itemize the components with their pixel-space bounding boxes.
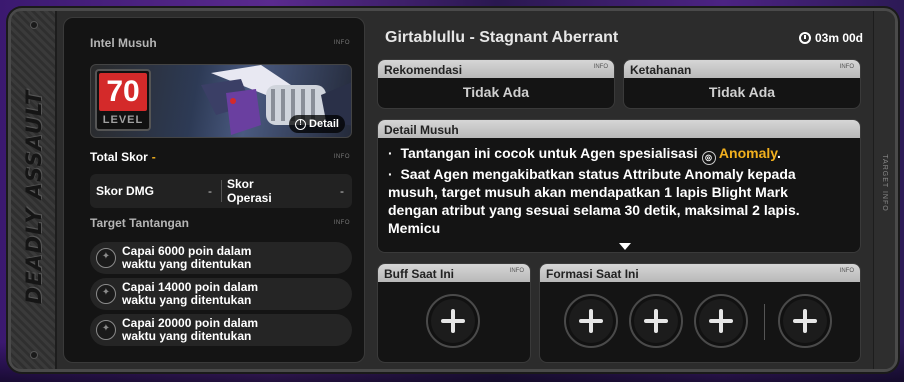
panel-header: Buff Saat Ini INFO bbox=[378, 264, 530, 282]
add-agent-slot-3[interactable] bbox=[694, 294, 748, 348]
star-medal-icon bbox=[96, 248, 116, 268]
target-text: waktu yang ditentukan bbox=[122, 329, 252, 343]
anomaly-highlight: Anomaly bbox=[718, 145, 777, 161]
total-score-value: - bbox=[151, 150, 156, 164]
info-icon: ! bbox=[295, 118, 307, 130]
target-list: Capai 6000 poin dalam waktu yang ditentu… bbox=[90, 242, 352, 350]
info-tag: INFO bbox=[593, 64, 608, 70]
target-info-label: TARGET INFO bbox=[880, 154, 888, 212]
side-banner: DEADLY ASSAULT bbox=[11, 11, 57, 369]
score-breakdown: Skor DMG - Skor Operasi - bbox=[90, 174, 352, 208]
detail-bullet-1-suffix: . bbox=[777, 145, 781, 161]
enemy-detail-panel[interactable]: Detail Musuh · Tantangan ini cocok untuk… bbox=[377, 119, 861, 253]
target-header: Target Tantangan bbox=[90, 216, 189, 230]
detail-button[interactable]: ! Detail bbox=[289, 115, 345, 133]
total-score-label: Total Skor bbox=[90, 150, 148, 164]
info-tag: INFO bbox=[333, 220, 350, 226]
target-text: Capai 20000 poin dalam bbox=[122, 316, 259, 330]
divider bbox=[764, 304, 765, 340]
anomaly-icon: ◎ bbox=[701, 151, 716, 165]
ketahanan-label: Ketahanan bbox=[630, 63, 692, 77]
info-tag: INFO bbox=[839, 64, 854, 70]
detail-bullet-2: Saat Agen mengakibatkan status Attribute… bbox=[388, 166, 800, 236]
buff-label: Buff Saat Ini bbox=[384, 267, 455, 281]
rekomendasi-value: Tidak Ada bbox=[462, 84, 530, 100]
panel-header: Rekomendasi INFO bbox=[378, 60, 614, 78]
skor-operasi-value: - bbox=[340, 184, 344, 198]
boss-title: Girtablullu - Stagnant Aberrant bbox=[385, 29, 619, 46]
add-bangboo-slot[interactable] bbox=[778, 294, 832, 348]
star-medal-icon bbox=[96, 320, 116, 340]
target-text: waktu yang ditentukan bbox=[122, 293, 252, 307]
divider bbox=[221, 180, 222, 202]
timer-value: 03m 00d bbox=[814, 31, 863, 45]
panel-header: Ketahanan INFO bbox=[624, 60, 860, 78]
target-item: Capai 6000 poin dalam waktu yang ditentu… bbox=[90, 242, 352, 274]
skor-dmg-label: Skor DMG bbox=[96, 184, 155, 198]
info-tag: INFO bbox=[333, 154, 350, 160]
target-text: waktu yang ditentukan bbox=[122, 257, 252, 271]
target-item: Capai 20000 poin dalam waktu yang ditent… bbox=[90, 314, 352, 346]
info-tag: INFO bbox=[509, 268, 524, 274]
boss-portrait[interactable]: 70 LEVEL ! Detail bbox=[90, 64, 352, 138]
info-tag: INFO bbox=[839, 268, 854, 274]
target-text: Capai 6000 poin dalam bbox=[122, 244, 252, 258]
detail-text: · Tantangan ini cocok untuk Agen spesial… bbox=[388, 145, 800, 236]
enemy-intel-card: Intel Musuh INFO 70 LEVEL ! Detail Total… bbox=[63, 17, 365, 363]
panel-header: Formasi Saat Ini INFO bbox=[540, 264, 860, 282]
rekomendasi-label: Rekomendasi bbox=[384, 63, 463, 77]
skor-dmg-value: - bbox=[208, 184, 212, 198]
total-score: Total Skor - bbox=[90, 150, 156, 164]
star-medal-icon bbox=[96, 284, 116, 304]
formation-panel: Formasi Saat Ini INFO bbox=[539, 263, 861, 363]
resistance-panel: Ketahanan INFO Tidak Ada bbox=[623, 59, 861, 109]
intel-header: Intel Musuh bbox=[90, 36, 157, 50]
bolt-decoration bbox=[30, 21, 38, 29]
event-panel: DEADLY ASSAULT TARGET INFO Intel Musuh I… bbox=[8, 8, 898, 372]
add-buff-button[interactable] bbox=[426, 294, 480, 348]
panel-header: Detail Musuh bbox=[378, 120, 860, 138]
target-text: Capai 14000 poin dalam bbox=[122, 280, 259, 294]
timer: 03m 00d bbox=[798, 31, 863, 45]
scroll-down-icon[interactable] bbox=[619, 243, 631, 250]
ketahanan-value: Tidak Ada bbox=[708, 84, 776, 100]
add-agent-slot-1[interactable] bbox=[564, 294, 618, 348]
level-label: LEVEL bbox=[102, 114, 144, 126]
recommendation-panel: Rekomendasi INFO Tidak Ada bbox=[377, 59, 615, 109]
bolt-decoration bbox=[30, 351, 38, 359]
info-tag: INFO bbox=[333, 40, 350, 46]
skor-operasi-label: Skor Operasi bbox=[227, 177, 272, 205]
right-strip: TARGET INFO bbox=[873, 11, 895, 369]
level-value: 70 bbox=[99, 73, 147, 111]
detail-musuh-label: Detail Musuh bbox=[384, 123, 459, 137]
detail-bullet-1: Tantangan ini cocok untuk Agen spesialis… bbox=[400, 145, 698, 161]
level-badge: 70 LEVEL bbox=[95, 69, 151, 131]
buff-panel: Buff Saat Ini INFO bbox=[377, 263, 531, 363]
clock-icon bbox=[798, 32, 811, 44]
add-agent-slot-2[interactable] bbox=[629, 294, 683, 348]
formasi-label: Formasi Saat Ini bbox=[546, 267, 639, 281]
mode-title: DEADLY ASSAULT bbox=[22, 89, 46, 305]
detail-button-label: Detail bbox=[309, 118, 339, 130]
target-item: Capai 14000 poin dalam waktu yang ditent… bbox=[90, 278, 352, 310]
